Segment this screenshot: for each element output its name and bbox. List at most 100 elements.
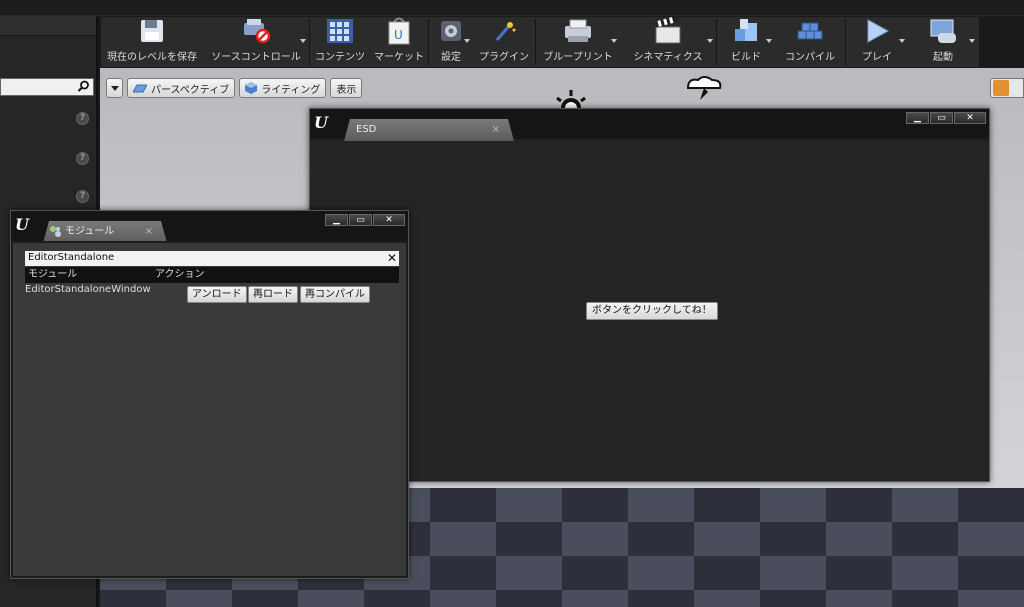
modules-window-titlebar[interactable]: U モジュール × ▁ ▭ ✕ [11,211,408,241]
maximize-button[interactable]: ▭ [349,214,372,226]
save-level-button[interactable]: 現在のレベルを保存 [101,17,203,67]
minimize-button[interactable]: ▁ [325,214,348,226]
transform-tools[interactable] [990,78,1024,98]
cinematics-button[interactable]: シネマティクス [620,17,716,67]
floor-tile [694,590,760,607]
chevron-down-icon[interactable] [969,39,975,43]
module-name: EditorStandaloneWindow [25,284,151,295]
clear-icon[interactable]: ✕ [387,251,397,265]
blueprints-icon [563,17,593,45]
column-header-action: アクション [155,269,205,280]
viewport-options-button[interactable] [106,78,123,98]
floor-tile [430,590,496,607]
esd-window-controls: ▁ ▭ ✕ [906,112,986,124]
floor-tile [958,488,1024,522]
build-button[interactable]: ビルド [717,17,775,67]
play-icon [862,17,892,45]
chevron-down-icon[interactable] [611,39,617,43]
show-button[interactable]: 表示 [330,78,363,98]
chevron-down-icon[interactable] [766,39,772,43]
lighting-label: ライティング [261,84,321,96]
help-icon[interactable]: ? [76,152,89,165]
floor-tile [892,590,958,607]
plugins-label: プラグイン [479,52,529,63]
launch-button[interactable]: 起動 [908,17,978,67]
close-button[interactable]: ✕ [373,214,405,226]
unreal-logo-icon: U [15,215,29,234]
move-tool-icon[interactable] [993,80,1009,96]
tab-modules[interactable]: モジュール × [43,221,167,243]
lighting-icon [245,82,258,94]
marketplace-icon: U [384,17,414,45]
help-icon[interactable]: ? [76,190,89,203]
plugins-icon [489,17,519,45]
floor-tile [562,590,628,607]
esd-window-titlebar[interactable]: U ESD × ▁ ▭ ✕ [310,109,989,139]
blueprints-button[interactable]: ブループリント [536,17,620,67]
close-icon[interactable]: × [145,221,153,243]
left-panel-header [0,16,96,36]
floor-tile [826,590,892,607]
sun-gizmo-icon [556,90,586,110]
search-icon [77,80,89,92]
marketplace-button[interactable]: U マーケット [370,17,428,67]
modules-window: U モジュール × ▁ ▭ ✕ EditorStandalone ✕ モジュール… [10,210,409,579]
close-button[interactable]: ✕ [954,112,986,124]
maximize-button[interactable]: ▭ [930,112,953,124]
floor-tile [562,556,628,590]
click-me-button[interactable]: ボタンをクリックしてね！ [586,302,718,320]
module-filter-input[interactable]: EditorStandalone ✕ [25,251,399,266]
tab-esd[interactable]: ESD × [344,119,514,141]
recompile-button[interactable]: 再コンパイル [300,286,370,303]
editor-root: ? ? ? 現在のレベルを保存 ソースコントロール コンテンツ U マーケット … [0,0,1024,607]
lighting-button[interactable]: ライティング [239,78,327,98]
floor-tile [826,488,892,522]
launch-label: 起動 [933,52,953,63]
clapperboard-icon [653,17,683,45]
close-icon[interactable]: × [492,119,500,141]
minimize-button[interactable]: ▁ [906,112,929,124]
chevron-down-icon[interactable] [464,39,470,43]
modules-icon [49,225,62,238]
launch-icon [928,17,958,45]
floor-tile [496,488,562,522]
help-icon[interactable]: ? [76,112,89,125]
floor-tile [496,522,562,556]
play-button[interactable]: プレイ [846,17,908,67]
floor-tile [166,590,232,607]
floor-tile [298,590,364,607]
compile-button[interactable]: コンパイル [775,17,845,67]
left-panel-search-input[interactable] [0,78,94,96]
floor-tile [364,590,430,607]
esd-tab-label: ESD [356,124,377,135]
compile-icon [795,17,825,45]
floor-tile [562,488,628,522]
content-button[interactable]: コンテンツ [310,17,370,67]
plugins-button[interactable]: プラグイン [473,17,535,67]
floor-tile [892,488,958,522]
modules-window-body: EditorStandalone ✕ モジュール アクション EditorSta… [11,241,408,578]
floor-tile [430,556,496,590]
floor-tile [496,556,562,590]
reload-button[interactable]: 再ロード [248,286,298,303]
perspective-button[interactable]: パースペクティブ [127,78,236,98]
svg-text:U: U [394,28,403,42]
settings-button[interactable]: 設定 [429,17,473,67]
chevron-down-icon[interactable] [899,39,905,43]
menu-strip [0,0,1024,16]
module-filter-value: EditorStandalone [28,252,115,263]
source-control-button[interactable]: ソースコントロール [203,17,309,67]
unload-button[interactable]: アンロード [187,286,247,303]
floor-tile [628,488,694,522]
floor-tile [760,590,826,607]
perspective-icon [133,84,147,93]
floor-tile [760,488,826,522]
show-label: 表示 [336,84,357,96]
settings-icon [436,17,466,45]
marketplace-label: マーケット [374,52,424,63]
module-table-header: モジュール アクション [25,267,399,283]
column-header-module: モジュール [28,269,78,280]
chevron-down-icon[interactable] [707,39,713,43]
floor-tile [628,590,694,607]
chevron-down-icon[interactable] [300,39,306,43]
